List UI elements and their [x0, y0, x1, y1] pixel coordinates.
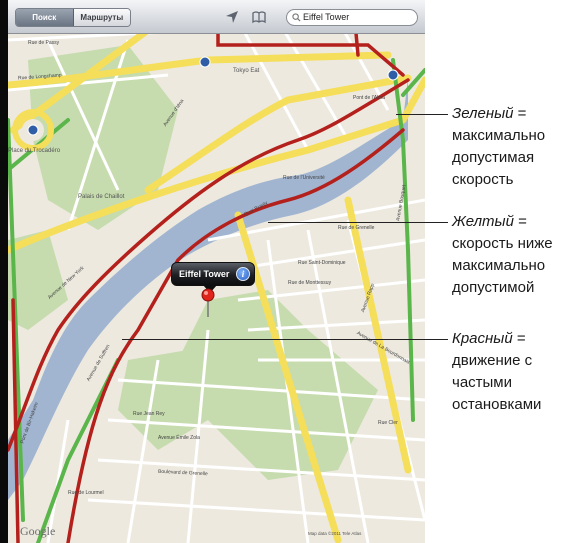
- info-icon[interactable]: i: [236, 267, 250, 281]
- search-value: Eiffel Tower: [303, 12, 350, 22]
- label-rue-de-monttessuy: Rue de Monttessuy: [288, 280, 332, 286]
- search-field[interactable]: Eiffel Tower: [286, 9, 418, 26]
- label-avenue-emile-zola: Avenue Émile Zola: [158, 435, 200, 441]
- legend-yellow-line1: скорость ниже: [452, 235, 553, 252]
- legend-yellow-key: Желтый: [452, 213, 514, 230]
- google-logo: Google: [20, 524, 56, 538]
- label-rue-de-passy: Rue de Passy: [28, 40, 60, 46]
- legend-red-eq: =: [512, 330, 526, 347]
- legend-red-line1: движение с: [452, 352, 533, 369]
- tab-search[interactable]: Поиск: [16, 9, 74, 26]
- mode-segmented-control: Поиск Маршруты: [15, 8, 131, 27]
- label-rue-de-grenelle: Rue de Grenelle: [338, 225, 375, 231]
- legend-yellow-line3: допустимой: [452, 279, 535, 296]
- label-tokyo-eat: Tokyo Eat: [233, 68, 260, 74]
- search-icon: [292, 13, 301, 22]
- legend-green-line2: допустимая: [452, 149, 535, 166]
- label-rue-de-lourmel: Rue de Lourmel: [68, 490, 104, 496]
- legend-green: Зеленый = максимально допустимая скорост…: [452, 103, 545, 191]
- label-palais-chaillot: Palais de Chaillot: [78, 194, 125, 200]
- location-callout[interactable]: Eiffel Tower i: [171, 262, 255, 286]
- legend-green-eq: =: [513, 105, 527, 122]
- map-copyright: Map data ©2011 Tele Atlas: [308, 531, 362, 536]
- label-rue-jean-rey: Rue Jean Rey: [133, 411, 165, 417]
- label-place-trocadero: Place du Trocadéro: [8, 148, 61, 154]
- label-rue-cler: Rue Cler: [378, 420, 398, 426]
- legend-leader-green: [396, 114, 448, 115]
- callout-title: Eiffel Tower: [179, 269, 230, 279]
- label-rue-st-dominique: Rue Saint-Dominique: [298, 260, 346, 266]
- legend-yellow-eq: =: [513, 213, 527, 230]
- map-toolbar: Поиск Маршруты Eiffel Tower: [8, 0, 425, 34]
- ipad-screen: Rue de Longchamp Place du Trocadéro Pala…: [0, 0, 425, 543]
- legend-yellow: Желтый = скорость ниже максимально допус…: [452, 211, 553, 299]
- legend-leader-red: [122, 339, 448, 340]
- legend-yellow-line2: максимально: [452, 257, 546, 274]
- legend-red-line2: частыми: [452, 374, 512, 391]
- legend-green-line1: максимально: [452, 127, 546, 144]
- legend-green-line3: скорость: [452, 171, 514, 188]
- legend-leader-yellow: [268, 222, 448, 223]
- legend-red-key: Красный: [452, 330, 513, 347]
- legend-red-line3: остановками: [452, 396, 542, 413]
- label-pont-de-l-alma: Pont de l'Alma: [353, 95, 386, 101]
- legend-green-key: Зеленый: [452, 105, 514, 122]
- red-pin-icon[interactable]: [200, 288, 216, 318]
- tab-directions[interactable]: Маршруты: [73, 9, 130, 26]
- legend-red: Красный = движение с частыми остановками: [452, 328, 541, 416]
- label-rue-de-l-universite: Rue de l'Université: [283, 175, 325, 181]
- location-arrow-icon[interactable]: [224, 9, 240, 25]
- bookmarks-book-icon[interactable]: [251, 9, 267, 25]
